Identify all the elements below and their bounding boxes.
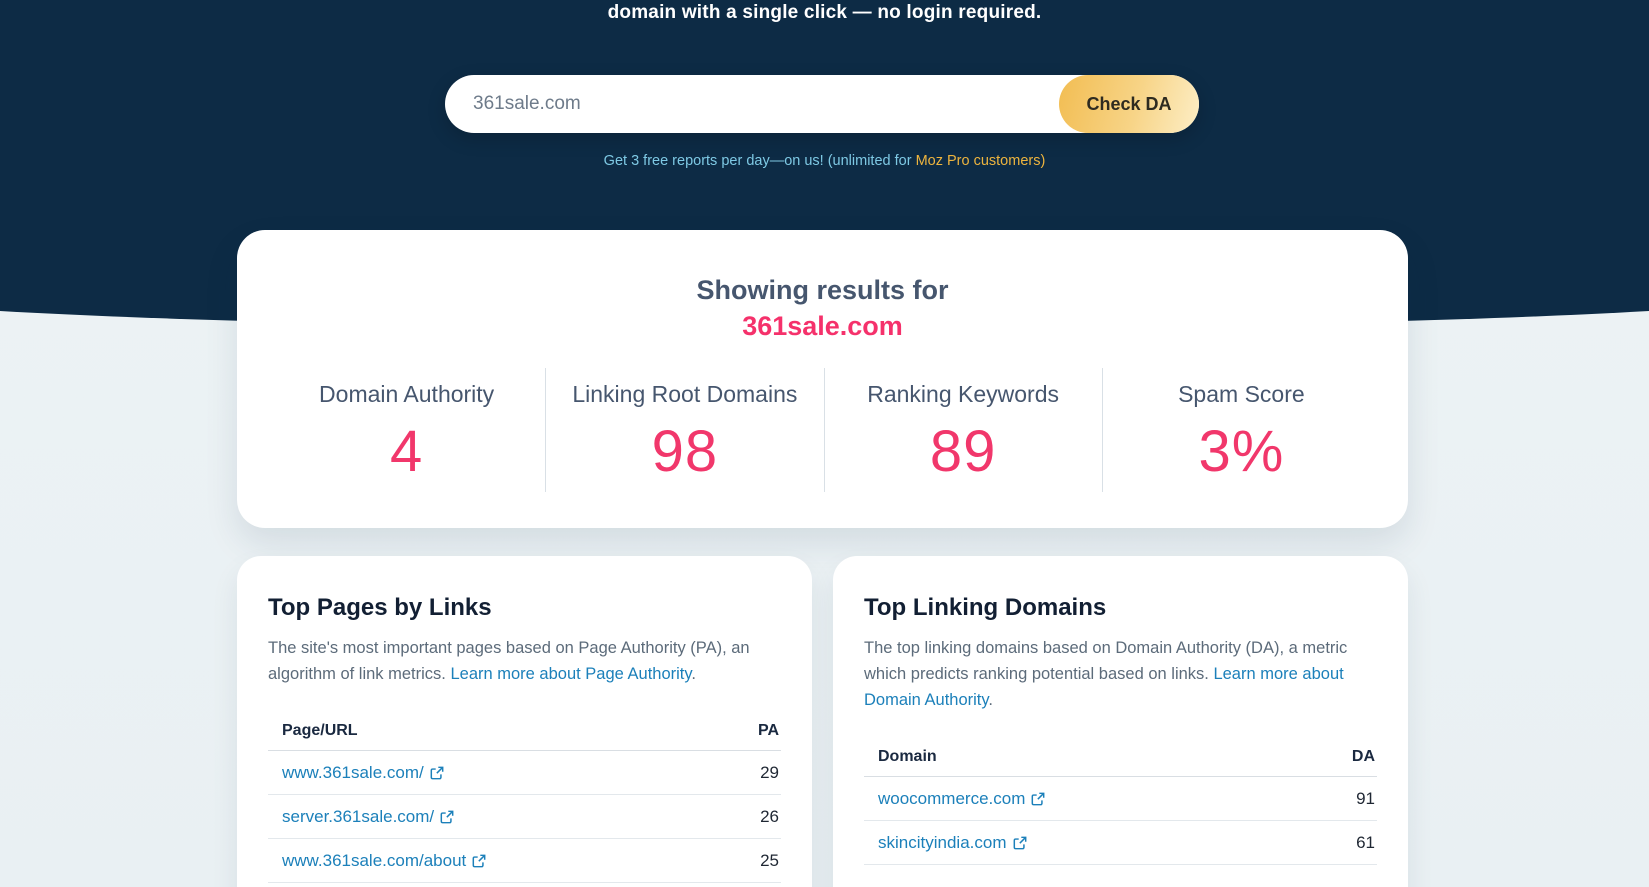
top-pages-table: Page/URL PA www.361sale.com/ 29server.36… <box>268 711 781 883</box>
top-linking-domains-card: Top Linking Domains The top linking doma… <box>833 556 1408 887</box>
table-header: Page/URL PA <box>268 711 781 751</box>
description-suffix: . <box>691 665 696 683</box>
column-header-da: DA <box>1352 748 1375 766</box>
top-domains-table: Domain DA woocommerce.com 91skincityindi… <box>864 737 1377 865</box>
metric-ranking-keywords: Ranking Keywords 89 <box>824 368 1102 492</box>
external-link-icon <box>1013 836 1027 850</box>
caption-suffix: ) <box>1040 153 1045 169</box>
table-header: Domain DA <box>864 737 1377 777</box>
row-url-link[interactable]: woocommerce.com <box>878 789 1045 809</box>
metric-value: 98 <box>546 418 823 485</box>
hero-headline: domain with a single click — no login re… <box>0 2 1649 24</box>
row-score-value: 91 <box>1356 789 1375 809</box>
external-link-icon <box>1031 792 1045 806</box>
moz-pro-link[interactable]: Moz Pro customers <box>916 153 1041 169</box>
metric-value: 89 <box>825 418 1102 485</box>
external-link-icon <box>440 810 454 824</box>
metric-label: Spam Score <box>1103 381 1380 408</box>
row-url-link[interactable]: www.361sale.com/about <box>282 851 486 871</box>
top-pages-title: Top Pages by Links <box>268 594 781 622</box>
row-url-link[interactable]: server.361sale.com/ <box>282 807 454 827</box>
external-link-icon <box>430 766 444 780</box>
metric-value: 3% <box>1103 418 1380 485</box>
results-domain: 361sale.com <box>237 311 1408 342</box>
results-card: Showing results for 361sale.com Domain A… <box>237 230 1408 528</box>
results-title: Showing results for <box>237 275 1408 306</box>
column-header-url: Page/URL <box>282 722 358 740</box>
row-score-value: 25 <box>760 851 779 871</box>
column-header-pa: PA <box>758 722 779 740</box>
metric-label: Domain Authority <box>268 381 545 408</box>
table-body: www.361sale.com/ 29server.361sale.com/ 2… <box>268 751 781 883</box>
domain-search-input[interactable] <box>445 75 1045 133</box>
table-row: server.361sale.com/ 26 <box>268 795 781 839</box>
row-url-link[interactable]: www.361sale.com/ <box>282 763 444 783</box>
top-pages-description: The site's most important pages based on… <box>268 635 781 687</box>
external-link-icon <box>472 854 486 868</box>
top-domains-description: The top linking domains based on Domain … <box>864 635 1377 713</box>
metrics-row: Domain Authority 4 Linking Root Domains … <box>268 368 1380 492</box>
metric-linking-root-domains: Linking Root Domains 98 <box>545 368 823 492</box>
metric-spam-score: Spam Score 3% <box>1102 368 1380 492</box>
table-row: www.361sale.com/about 25 <box>268 839 781 883</box>
row-url-link[interactable]: skincityindia.com <box>878 833 1027 853</box>
domain-search-bar: Check DA <box>445 75 1199 133</box>
column-header-domain: Domain <box>878 748 937 766</box>
free-reports-caption: Get 3 free reports per day—on us! (unlim… <box>0 153 1649 169</box>
description-suffix: . <box>988 691 993 709</box>
caption-text: Get 3 free reports per day—on us! (unlim… <box>604 153 916 169</box>
top-pages-card: Top Pages by Links The site's most impor… <box>237 556 812 887</box>
row-score-value: 61 <box>1356 833 1375 853</box>
table-row: skincityindia.com 61 <box>864 821 1377 865</box>
metric-value: 4 <box>268 418 545 485</box>
detail-cards-row: Top Pages by Links The site's most impor… <box>237 556 1408 887</box>
row-score-value: 29 <box>760 763 779 783</box>
table-row: www.361sale.com/ 29 <box>268 751 781 795</box>
learn-more-page-authority-link[interactable]: Learn more about Page Authority <box>450 665 691 683</box>
top-domains-title: Top Linking Domains <box>864 594 1377 622</box>
table-row: woocommerce.com 91 <box>864 777 1377 821</box>
check-da-button[interactable]: Check DA <box>1059 75 1199 133</box>
metric-label: Linking Root Domains <box>546 381 823 408</box>
metric-label: Ranking Keywords <box>825 381 1102 408</box>
row-score-value: 26 <box>760 807 779 827</box>
metric-domain-authority: Domain Authority 4 <box>268 368 545 492</box>
table-body: woocommerce.com 91skincityindia.com 61 <box>864 777 1377 865</box>
